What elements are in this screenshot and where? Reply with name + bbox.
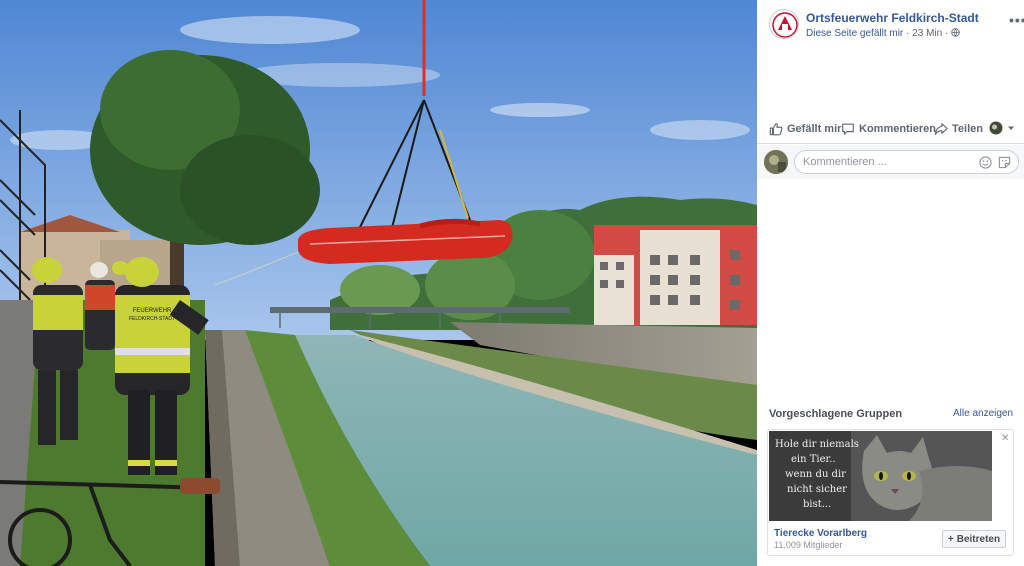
comment-button[interactable]: Kommentieren [841, 122, 936, 136]
sticker-icon[interactable] [998, 156, 1011, 169]
group-suggestion-card: Hole dir niemals ein Tier.. wenn du dir … [767, 429, 1014, 556]
page-liked-status[interactable]: Diese Seite gefällt mir [806, 28, 903, 39]
group-image-text-line-2: ein Tier.. [791, 454, 836, 465]
post-meta: Diese Seite gefällt mir · 23 Min · [806, 28, 960, 39]
share-label: Teilen [952, 123, 983, 135]
post-sidebar: Ortsfeuerwehr Feldkirch-Stadt Diese Seit… [757, 0, 1024, 566]
plus-icon: + [947, 533, 954, 545]
comment-composer [757, 145, 1024, 179]
speech-bubble-icon [842, 123, 854, 135]
join-group-label: Beitreten [956, 533, 1001, 545]
cat-image: Hole dir niemals ein Tier.. wenn du dir … [769, 431, 992, 521]
share-arrow-icon [934, 123, 948, 135]
post-photo[interactable]: FEUERWEHR FELDKIRCH-STADT [0, 0, 757, 566]
meta-separator: · [944, 28, 949, 39]
suggested-groups-title: Vorgeschlagene Gruppen [769, 408, 903, 420]
dismiss-group-button[interactable]: ✕ [1001, 433, 1009, 444]
photo-scene: FEUERWEHR FELDKIRCH-STADT [0, 0, 757, 566]
facebook-photo-viewer: FEUERWEHR FELDKIRCH-STADT Ortsfeuerwehr … [0, 0, 1024, 566]
vest-text-line-1: FEUERWEHR [133, 308, 172, 314]
group-image-text-line-4: nicht sicher [787, 484, 847, 495]
see-all-groups-link[interactable]: Alle anzeigen [953, 408, 1013, 419]
join-group-button[interactable]: + Beitreten [942, 530, 1006, 548]
thumbs-up-icon [769, 123, 783, 136]
post-header: Ortsfeuerwehr Feldkirch-Stadt Diese Seit… [769, 9, 1024, 43]
like-label: Gefällt mir [787, 123, 842, 135]
comment-label: Kommentieren [859, 123, 937, 135]
share-button[interactable]: Teilen [934, 122, 983, 136]
user-avatar [764, 150, 788, 174]
more-options-button[interactable]: ••• [1009, 12, 1024, 28]
group-cover-image[interactable]: Hole dir niemals ein Tier.. wenn du dir … [769, 431, 992, 521]
globe-icon [951, 28, 960, 37]
fire-department-logo-icon [772, 12, 798, 38]
meta-separator: · [906, 28, 910, 39]
post-as-selector[interactable] [989, 121, 1015, 135]
group-name-link[interactable]: Tierecke Vorarlberg [774, 528, 867, 539]
profile-avatar-icon [989, 121, 1003, 135]
user-avatar-image [764, 150, 788, 174]
group-image-text-line-3: wenn du dir [785, 469, 846, 480]
group-member-count: 11.009 Mitglieder [774, 540, 843, 550]
emoji-icon[interactable] [979, 156, 992, 169]
group-image-text-line-5: bist... [803, 499, 831, 510]
group-image-text-line-1: Hole dir niemals [775, 439, 859, 450]
vest-text-line-2: FELDKIRCH-STADT [129, 316, 175, 322]
post-actions-bar: Gefällt mir Kommentieren Teilen [757, 116, 1024, 144]
page-avatar[interactable] [769, 9, 799, 39]
caret-down-icon [1008, 126, 1014, 130]
post-timestamp[interactable]: 23 Min [912, 28, 942, 39]
page-name-link[interactable]: Ortsfeuerwehr Feldkirch-Stadt [806, 11, 979, 25]
like-button[interactable]: Gefällt mir [769, 122, 841, 136]
